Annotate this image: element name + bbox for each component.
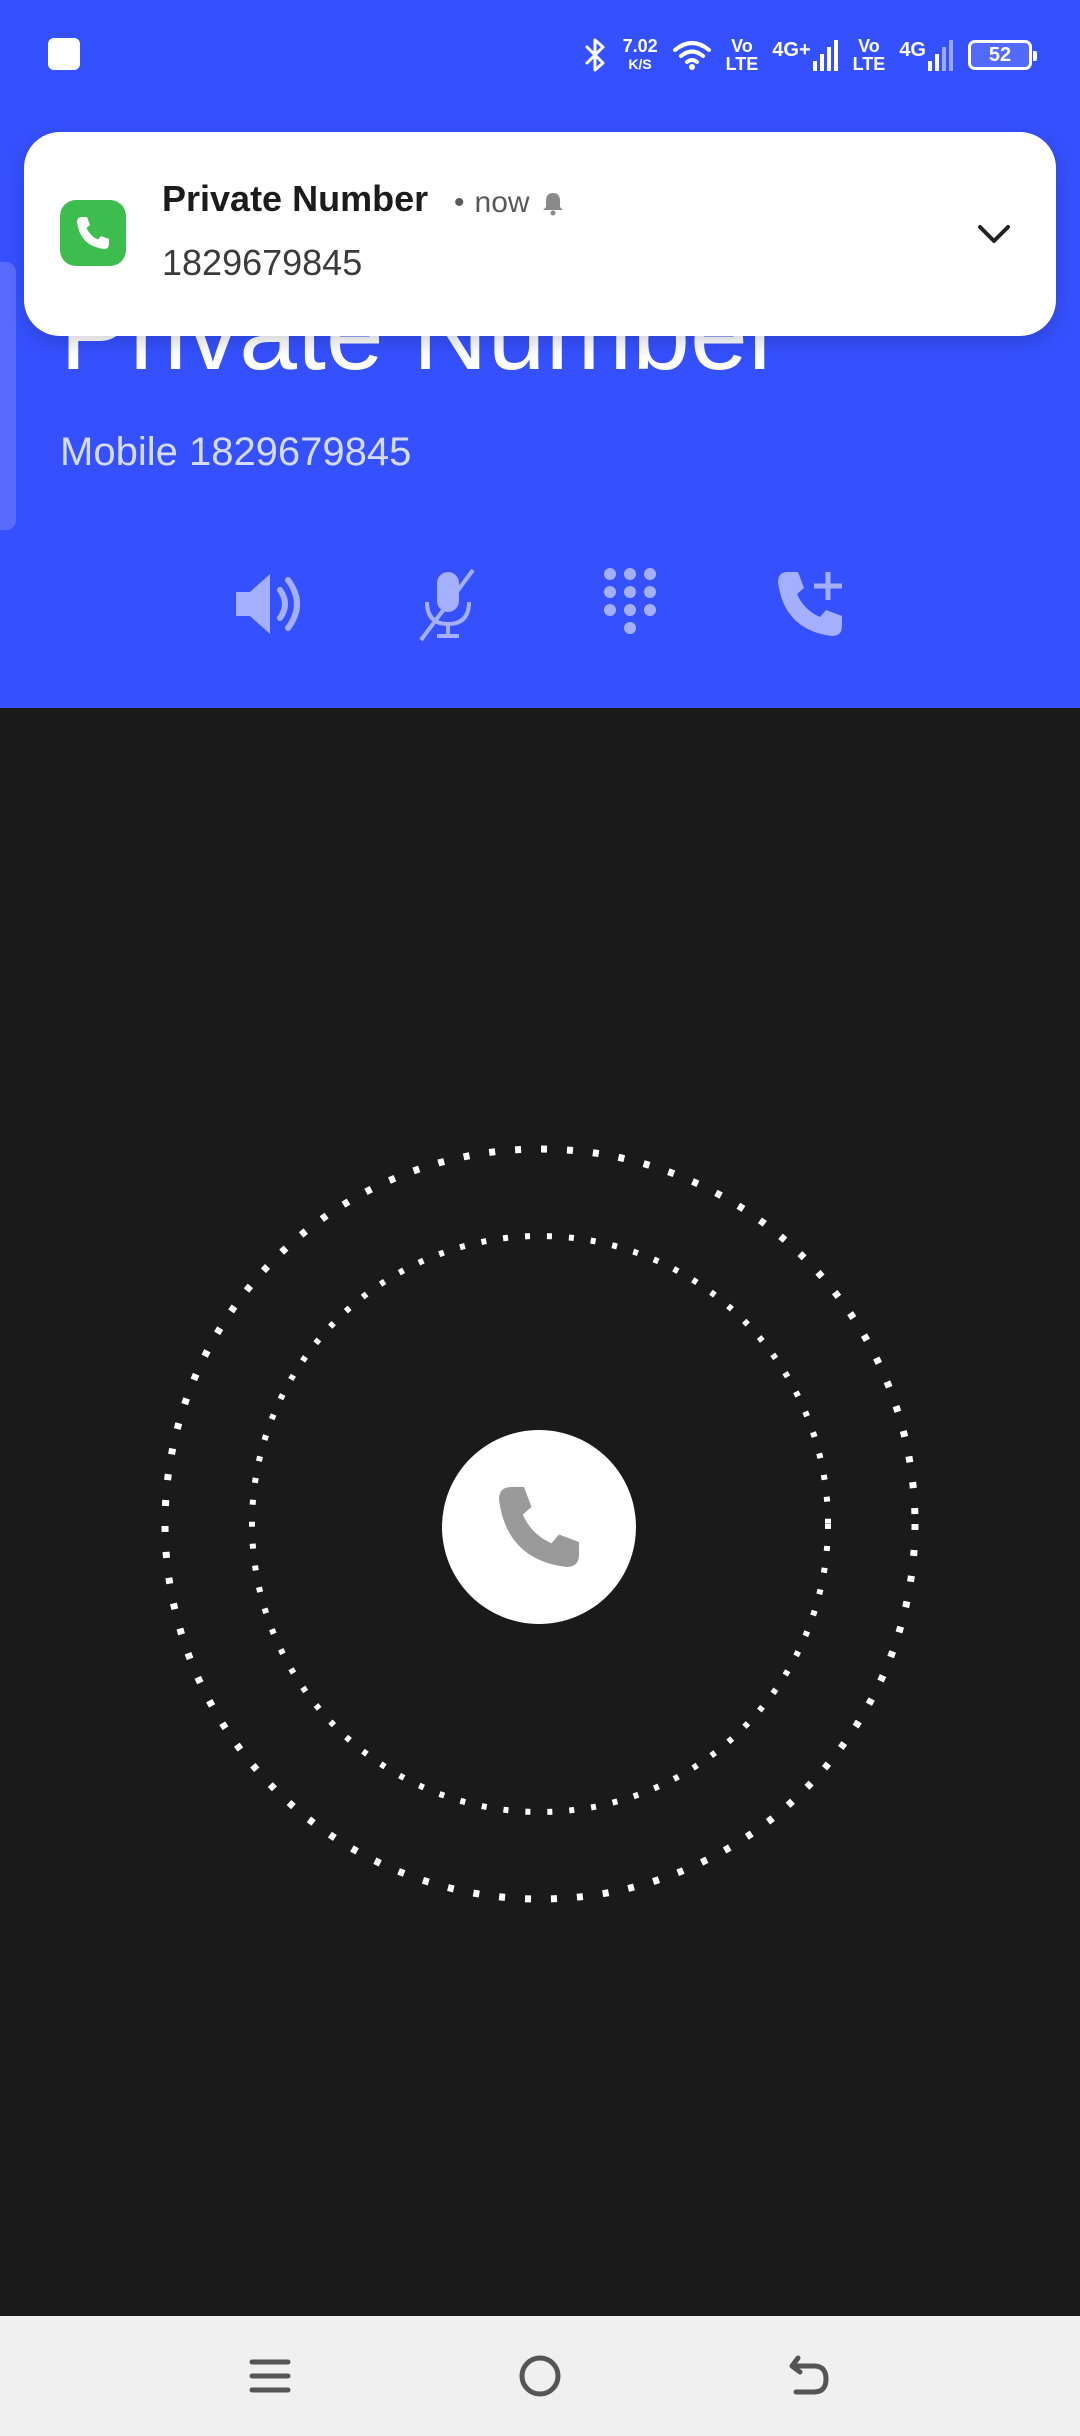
- recents-button[interactable]: [240, 2346, 300, 2406]
- back-icon: [789, 2355, 829, 2395]
- home-button[interactable]: [510, 2346, 570, 2406]
- menu-icon: [249, 2359, 291, 2393]
- navigation-bar: [0, 2316, 1080, 2436]
- answer-ripple-rings: [161, 1145, 919, 1903]
- answer-call-button[interactable]: [442, 1430, 636, 1624]
- phone-icon: [499, 1487, 579, 1567]
- incoming-call-screen: 7.02 K/S Vo LTE 4G+ Vo LTE 4G 52 Mobile …: [0, 0, 1080, 2436]
- home-icon: [519, 2355, 561, 2397]
- back-button[interactable]: [780, 2346, 840, 2406]
